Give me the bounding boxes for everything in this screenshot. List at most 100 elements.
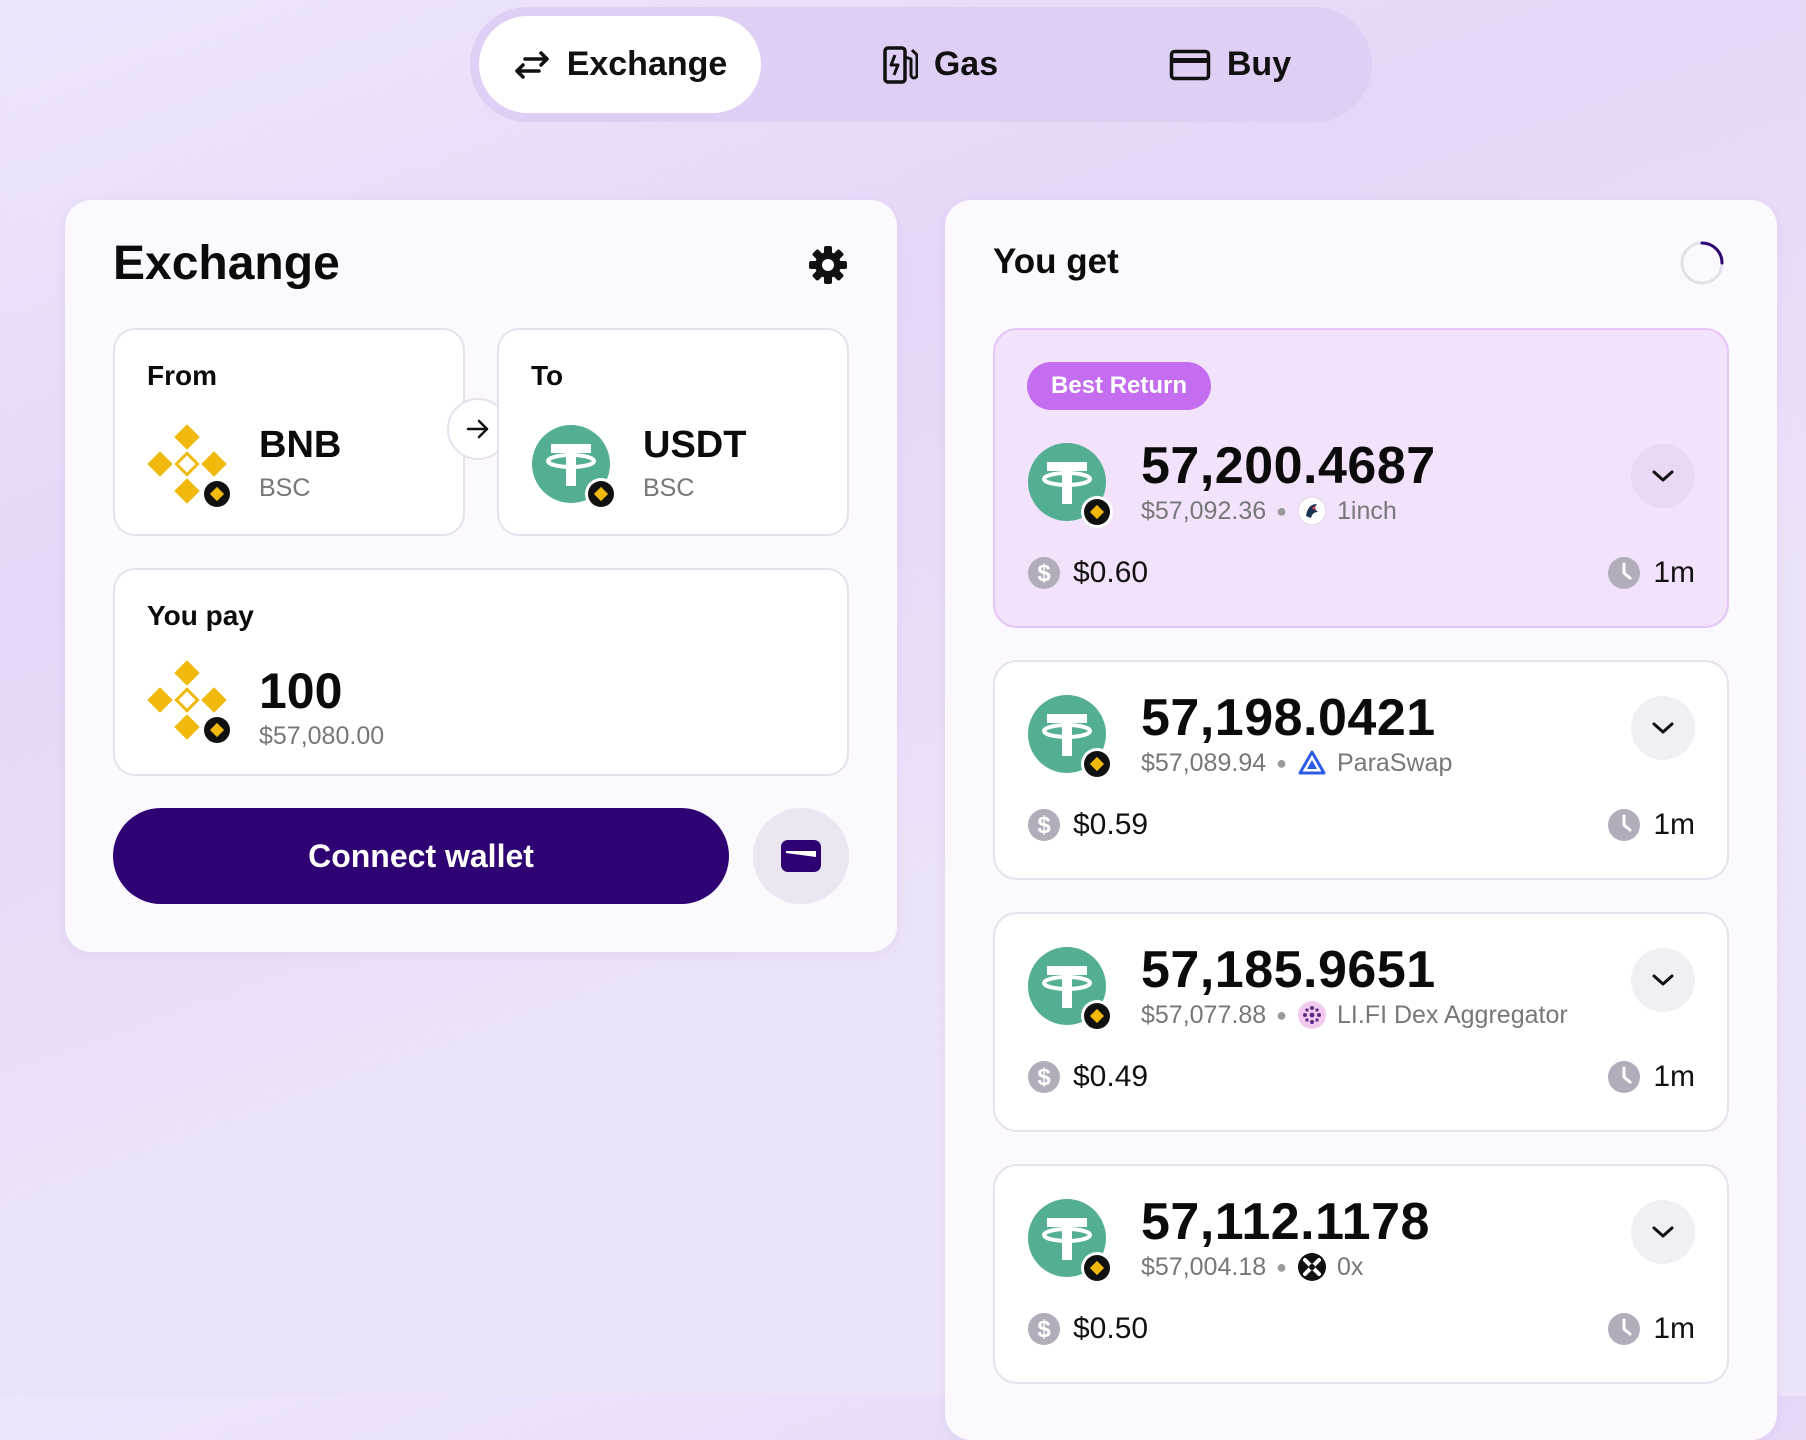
quote-usd: $57,092.36	[1141, 496, 1267, 525]
quote-details: $57,004.18 ● 0x	[1141, 1252, 1363, 1282]
settings-gear-icon[interactable]	[807, 244, 849, 286]
quote-fee-value: $0.50	[1073, 1312, 1149, 1345]
credit-card-icon	[1169, 49, 1211, 80]
exchange-panel: Exchange From BNB BSC To USDT BSC You pa…	[65, 200, 897, 952]
expand-quote-button[interactable]	[1631, 1200, 1695, 1264]
gas-pump-icon	[883, 45, 918, 84]
quote-details: $57,089.94 ● ParaSwap	[1141, 748, 1452, 778]
separator-dot: ●	[1276, 752, 1287, 773]
tab-buy[interactable]: Buy	[1100, 16, 1360, 113]
dollar-coin-icon: $	[1028, 1313, 1060, 1345]
quote-usd: $57,004.18	[1141, 1252, 1267, 1281]
dollar-coin-icon: $	[1028, 557, 1060, 589]
quote-provider: LI.FI Dex Aggregator	[1337, 1000, 1568, 1029]
top-nav: Exchange Gas Buy	[470, 7, 1372, 122]
svg-text:$: $	[1037, 1064, 1051, 1091]
separator-dot: ●	[1276, 1004, 1287, 1025]
svg-text:$: $	[1037, 560, 1051, 587]
quote-time-value: 1m	[1653, 556, 1695, 589]
loading-spinner-icon	[1680, 241, 1724, 285]
expand-quote-button[interactable]	[1631, 444, 1695, 508]
quote-card[interactable]: 57,185.9651 $57,077.88 ● LI.FI Dex Aggre…	[993, 912, 1729, 1132]
quote-time: 1m	[1607, 1060, 1695, 1094]
quote-time-value: 1m	[1653, 808, 1695, 841]
from-label: From	[147, 360, 217, 391]
clock-icon	[1608, 1313, 1641, 1345]
tab-exchange[interactable]: Exchange	[479, 16, 761, 113]
quote-amount: 57,200.4687	[1141, 437, 1436, 495]
chevron-down-icon	[1652, 722, 1674, 734]
lifi-logo-icon	[1298, 1001, 1326, 1029]
arrow-right-icon	[466, 419, 489, 439]
paraswap-logo-icon	[1298, 750, 1326, 775]
quote-time-value: 1m	[1653, 1312, 1695, 1345]
1inch-logo-icon	[1297, 496, 1327, 526]
quote-fee: $ $0.49	[1027, 1060, 1148, 1094]
to-token-symbol: USDT	[643, 424, 747, 466]
quote-usd: $57,089.94	[1141, 748, 1267, 777]
quote-card[interactable]: Best Return 57,200.4687 $57,092.36 ● 1in…	[993, 328, 1729, 628]
wallet-icon	[781, 840, 821, 872]
quote-amount: 57,198.0421	[1141, 689, 1436, 747]
quote-card[interactable]: 57,198.0421 $57,089.94 ● ParaSwap $ $0.5…	[993, 660, 1729, 880]
quote-fee: $ $0.59	[1027, 808, 1148, 842]
best-return-badge: Best Return	[1027, 362, 1212, 410]
chevron-down-icon	[1652, 470, 1674, 482]
from-token-card[interactable]: From BNB BSC	[113, 328, 465, 536]
quote-provider: 0x	[1337, 1252, 1364, 1281]
quote-provider: 1inch	[1337, 496, 1397, 525]
tab-exchange-label: Exchange	[566, 45, 728, 83]
you-get-title: You get	[993, 242, 1119, 281]
quote-fee: $ $0.60	[1027, 556, 1148, 590]
quote-time: 1m	[1607, 808, 1695, 842]
to-label: To	[531, 360, 564, 391]
tab-gas[interactable]: Gas	[800, 16, 1080, 113]
usdt-token-icon	[1028, 1199, 1113, 1284]
pay-amount-input[interactable]: 100	[259, 662, 342, 720]
quote-details: $57,092.36 ● 1inch	[1141, 496, 1397, 526]
svg-text:$: $	[1037, 812, 1051, 839]
separator-dot: ●	[1276, 500, 1287, 521]
quote-amount: 57,112.1178	[1141, 1193, 1430, 1251]
usdt-token-icon	[1028, 443, 1113, 528]
usdt-token-icon	[1028, 695, 1113, 780]
to-token-network: BSC	[643, 474, 695, 502]
bnb-token-icon	[147, 424, 233, 510]
usdt-token-icon	[532, 425, 617, 510]
quote-details: $57,077.88 ● LI.FI Dex Aggregator	[1141, 1000, 1568, 1030]
quote-amount: 57,185.9651	[1141, 941, 1436, 999]
usdt-token-icon	[1028, 947, 1113, 1032]
chevron-down-icon	[1652, 1226, 1674, 1238]
expand-quote-button[interactable]	[1631, 948, 1695, 1012]
quote-fee: $ $0.50	[1027, 1312, 1148, 1346]
dollar-coin-icon: $	[1028, 809, 1060, 841]
clock-icon	[1608, 1061, 1641, 1093]
clock-icon	[1608, 557, 1641, 589]
pay-amount-card[interactable]: You pay 100 $57,080.00	[113, 568, 849, 776]
expand-quote-button[interactable]	[1631, 696, 1695, 760]
from-token-symbol: BNB	[259, 424, 342, 466]
quote-usd: $57,077.88	[1141, 1000, 1267, 1029]
pay-amount-usd: $57,080.00	[259, 722, 385, 750]
quote-time-value: 1m	[1653, 1060, 1695, 1093]
to-token-card[interactable]: To USDT BSC	[497, 328, 849, 536]
quote-fee-value: $0.49	[1073, 1060, 1149, 1093]
pay-label: You pay	[147, 600, 254, 631]
quote-time: 1m	[1607, 1312, 1695, 1346]
clock-icon	[1608, 809, 1641, 841]
wallet-button[interactable]	[753, 808, 849, 904]
exchange-title: Exchange	[113, 237, 340, 290]
quote-card[interactable]: 57,112.1178 $57,004.18 ● 0x $ $0.50 1m	[993, 1164, 1729, 1384]
connect-wallet-button[interactable]: Connect wallet	[113, 808, 729, 904]
dollar-coin-icon: $	[1028, 1061, 1060, 1093]
tab-gas-label: Gas	[933, 45, 999, 83]
chevron-down-icon	[1652, 974, 1674, 986]
svg-text:$: $	[1037, 1316, 1051, 1343]
quotes-panel: You get Best Return 57,200.4687 $57,092.…	[945, 200, 1777, 1440]
0x-logo-icon	[1298, 1253, 1326, 1281]
separator-dot: ●	[1276, 1256, 1287, 1277]
bnb-token-icon	[147, 660, 233, 746]
from-token-network: BSC	[259, 474, 311, 502]
quote-provider: ParaSwap	[1337, 748, 1453, 777]
tab-buy-label: Buy	[1226, 45, 1292, 83]
